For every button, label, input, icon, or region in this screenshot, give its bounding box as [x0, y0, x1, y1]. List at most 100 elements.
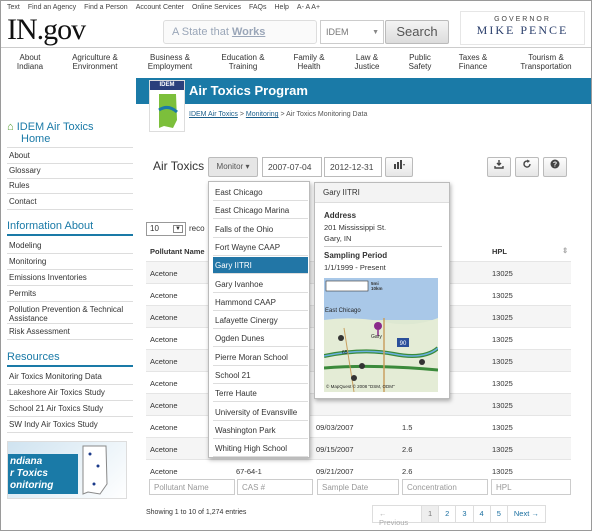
- breadcrumb-link-monitoring[interactable]: Monitoring: [246, 111, 279, 118]
- nav-education[interactable]: Education & Training: [215, 53, 271, 71]
- monitor-menu-item[interactable]: Fort Wayne CAAP: [213, 239, 308, 256]
- faqs-link[interactable]: FAQs: [249, 4, 267, 11]
- help-icon: ?: [550, 159, 560, 169]
- account-center-link[interactable]: Account Center: [136, 4, 184, 11]
- monitor-menu-item[interactable]: Lafayette Cinergy: [213, 312, 308, 330]
- nav-label: Business &: [149, 53, 191, 62]
- nav-tourism[interactable]: Tourism & Transportation: [511, 53, 581, 71]
- table-row[interactable]: Acetone 67-64-1 09/21/2007 2.6 13025: [146, 459, 571, 481]
- ingov-logo[interactable]: IN.gov: [7, 15, 86, 45]
- pager-page[interactable]: 4: [472, 505, 491, 523]
- text-link[interactable]: Text: [7, 4, 20, 11]
- refresh-icon: [523, 159, 531, 168]
- pager-page[interactable]: 3: [455, 505, 474, 523]
- filter-date-input[interactable]: Sample Date: [317, 479, 399, 495]
- col-hpl-header[interactable]: HPL: [492, 247, 507, 256]
- nav-public-safety[interactable]: Public Safety: [403, 53, 437, 71]
- sort-icon[interactable]: ⇕: [562, 246, 568, 255]
- cell-conc: 1.5: [402, 423, 413, 432]
- monitor-menu-item[interactable]: University of Evansville: [213, 404, 308, 421]
- cell-pollutant: Acetone: [150, 467, 178, 476]
- sidebar-item-contact[interactable]: Contact: [7, 194, 133, 210]
- monitor-menu-item[interactable]: Falls of the Ohio: [213, 221, 308, 238]
- pager-next[interactable]: Next →: [506, 505, 546, 523]
- slogan-emph: Works: [231, 26, 266, 38]
- page-length-select[interactable]: 10 ▼: [146, 222, 186, 236]
- monitor-menu-item[interactable]: Terre Haute: [213, 385, 308, 403]
- chart-type-button[interactable]: [385, 157, 413, 177]
- monitor-menu-item[interactable]: Gary Ivanhoe: [213, 276, 308, 293]
- location-map[interactable]: 90 5mi 10km East Chicago Gary 65 © MapQue…: [324, 278, 438, 392]
- agency-select[interactable]: IDEM ▼: [320, 20, 384, 44]
- nav-label: Tourism &: [528, 53, 564, 62]
- nav-about-indiana[interactable]: About Indiana: [15, 53, 45, 71]
- filter-concentration-input[interactable]: Concentration: [402, 479, 488, 495]
- monitor-menu-item[interactable]: East Chicago: [213, 184, 308, 201]
- governor-name: MIKE PENCE: [476, 23, 569, 37]
- search-input[interactable]: A State that Works: [163, 20, 317, 44]
- download-icon: [494, 160, 504, 169]
- sidebar-item-about[interactable]: About: [7, 147, 133, 164]
- refresh-button[interactable]: [515, 157, 539, 177]
- monitor-menu-item[interactable]: East Chicago Marina: [213, 202, 308, 220]
- online-services-link[interactable]: Online Services: [192, 4, 241, 11]
- nav-label: Health: [297, 62, 321, 71]
- sidebar-item-lakeshore[interactable]: Lakeshore Air Toxics Study: [7, 385, 133, 401]
- sidebar-item-modeling[interactable]: Modeling: [7, 238, 133, 254]
- pager-page[interactable]: 2: [438, 505, 457, 523]
- find-agency-link[interactable]: Find an Agency: [28, 4, 76, 11]
- nav-agriculture[interactable]: Agriculture & Environment: [65, 53, 125, 71]
- breadcrumb-sep: >: [237, 111, 246, 118]
- search-button[interactable]: Search: [385, 20, 449, 44]
- pager-page[interactable]: 5: [489, 505, 508, 523]
- sidebar-item-emissions[interactable]: Emissions Inventories: [7, 270, 133, 286]
- sidebar-item-monitoring[interactable]: Monitoring: [7, 254, 133, 270]
- filter-cas-input[interactable]: CAS #: [237, 479, 313, 495]
- monitoring-promo-image[interactable]: ndiana r Toxics onitoring: [7, 441, 127, 499]
- nav-family[interactable]: Family & Health: [287, 53, 331, 71]
- governor-banner[interactable]: GOVERNOR MIKE PENCE: [460, 11, 585, 45]
- monitor-menu-item[interactable]: Ogden Dunes: [213, 330, 308, 348]
- sidebar-item-rules[interactable]: Rules: [7, 178, 133, 194]
- pager-previous[interactable]: ← Previous: [372, 505, 422, 527]
- map-scale: 5mi 10km: [371, 281, 383, 291]
- nav-taxes[interactable]: Taxes & Finance: [453, 53, 493, 71]
- breadcrumb: IDEM Air Toxics > Monitoring > Air Toxic…: [189, 111, 367, 118]
- sidebar-item-permits[interactable]: Permits: [7, 286, 133, 302]
- monitor-dropdown-button[interactable]: Monitor ▾: [208, 157, 258, 177]
- sidebar-item-glossary[interactable]: Glossary: [7, 163, 133, 179]
- nav-business[interactable]: Business & Employment: [142, 53, 198, 71]
- find-person-link[interactable]: Find a Person: [84, 4, 128, 11]
- monitor-menu-item[interactable]: Hammond CAAP: [213, 294, 308, 311]
- cell-hpl: 13025: [492, 313, 513, 322]
- sidebar-home-link[interactable]: ⌂ IDEM Air Toxics Home: [7, 121, 94, 145]
- breadcrumb-link-air-toxics[interactable]: IDEM Air Toxics: [189, 111, 238, 118]
- end-date-input[interactable]: 2012-12-31: [324, 157, 382, 177]
- nav-law[interactable]: Law & Justice: [349, 53, 385, 71]
- start-date-input[interactable]: 2007-07-04: [262, 157, 322, 177]
- monitor-menu-item[interactable]: School 21: [213, 367, 308, 384]
- filter-pollutant-input[interactable]: Pollutant Name: [149, 479, 235, 495]
- download-button[interactable]: [487, 157, 511, 177]
- monitor-menu-item[interactable]: Pierre Moran School: [213, 349, 308, 366]
- nav-label: Safety: [408, 62, 432, 71]
- page-length-label: reco: [189, 224, 205, 233]
- sidebar-item-sw-indy[interactable]: SW Indy Air Toxics Study: [7, 417, 133, 433]
- monitor-menu-item[interactable]: Whiting High School: [213, 440, 308, 458]
- sidebar-item-pollution-prevention[interactable]: Pollution Prevention & Technical Assista…: [7, 302, 133, 324]
- sidebar-item-monitoring-data[interactable]: Air Toxics Monitoring Data: [7, 369, 133, 385]
- cell-pollutant: Acetone: [150, 445, 178, 454]
- monitor-menu-item[interactable]: Gary IITRI: [213, 257, 308, 275]
- font-size-controls[interactable]: A- A A+: [297, 4, 320, 11]
- sidebar-item-risk[interactable]: Risk Assessment: [7, 324, 133, 340]
- section-title: Air Toxics: [153, 159, 205, 173]
- pager-page[interactable]: 1: [421, 505, 440, 523]
- cell-conc: 2.6: [402, 445, 413, 454]
- filter-hpl-input[interactable]: HPL: [491, 479, 571, 495]
- governor-title: GOVERNOR: [494, 16, 551, 23]
- help-link[interactable]: Help: [275, 4, 289, 11]
- help-button[interactable]: ?: [543, 157, 567, 177]
- sidebar-item-school21[interactable]: School 21 Air Toxics Study: [7, 401, 133, 417]
- monitor-menu-item[interactable]: Washington Park: [213, 422, 308, 439]
- col-pollutant-header[interactable]: Pollutant Name: [150, 247, 205, 256]
